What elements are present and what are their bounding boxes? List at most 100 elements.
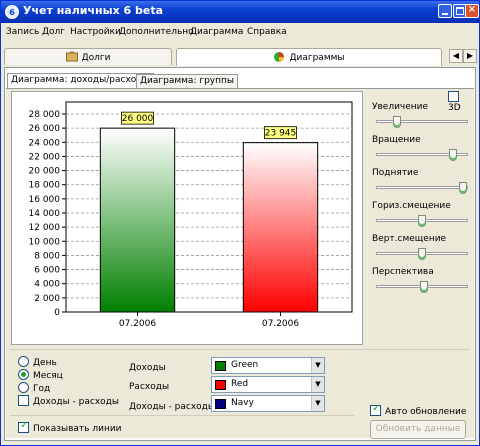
minimize-button[interactable] [438, 4, 452, 18]
debts-icon [65, 51, 78, 62]
tab-debts[interactable]: Долги [4, 48, 172, 65]
y-tick-label: 26 000 [29, 124, 61, 134]
income-color-label: Доходы [129, 363, 166, 373]
y-tick-label: 12 000 [29, 223, 61, 233]
auto-update-checkbox-label: Авто обновление [385, 407, 467, 417]
rotation-slider[interactable] [376, 149, 468, 161]
y-tick-label: 22 000 [29, 152, 61, 162]
x-tick-label: 07.2006 [119, 319, 156, 329]
y-tick-label: 16 000 [29, 195, 61, 205]
expense-color-value: Red [231, 379, 249, 389]
y-tick-label: 18 000 [29, 181, 61, 191]
maximize-icon [456, 7, 464, 15]
elevation-slider[interactable] [376, 182, 468, 194]
income-color-swatch [215, 361, 226, 371]
auto-update-checkbox[interactable]: Авто обновление [370, 403, 467, 417]
arrow-right-icon: ▶ [466, 51, 474, 60]
menu-help[interactable]: Справка [247, 27, 287, 37]
y-tick-label: 2 000 [34, 294, 60, 304]
y-tick-label: 20 000 [29, 167, 61, 177]
tab-groups-chart[interactable]: Диаграмма: группы [136, 74, 238, 88]
period-month-label: Месяц [33, 371, 63, 381]
y-tick-label: 6 000 [34, 266, 60, 276]
difference-color-value: Navy [231, 398, 254, 408]
y-tick-label: 14 000 [29, 209, 61, 219]
y-tick-label: 24 000 [29, 138, 61, 148]
charts-panel: Диаграмма: доходы/расходы Диаграмма: гру… [4, 67, 476, 441]
window-title: Учет наличных 6 beta [23, 4, 164, 17]
menu-settings[interactable]: Настройки [70, 27, 121, 37]
tab-debts-label: Долги [81, 53, 111, 63]
refresh-data-button[interactable]: Обновить данные [370, 420, 466, 439]
expense-color-select[interactable]: Red ▼ [211, 376, 325, 393]
title-bar[interactable]: 6 Учет наличных 6 beta × [1, 1, 479, 23]
period-day-radio-circle [18, 356, 29, 367]
period-day-radio[interactable]: День [18, 356, 57, 368]
menu-debt[interactable]: Долг [42, 27, 65, 37]
period-year-label: Год [33, 384, 51, 394]
perspective-slider-thumb[interactable] [420, 281, 428, 293]
period-year-radio-circle [18, 382, 29, 393]
tab-charts[interactable]: Диаграммы [176, 48, 442, 66]
zoom-slider[interactable] [376, 116, 468, 128]
separator [10, 349, 470, 350]
perspective-slider-label: Перспектива [372, 267, 434, 277]
chart-page: 0 2 000 4 000 6 000 8 000 10 000 12 000 14 000 1… [6, 88, 474, 439]
income-expense-chart: 0 2 000 4 000 6 000 8 000 10 000 12 000 14 000 1… [29, 101, 353, 329]
menu-bar: Запись Долг Настройки Дополнительно Диаг… [1, 24, 479, 42]
period-year-radio[interactable]: Год [18, 382, 50, 394]
close-button[interactable]: × [465, 4, 479, 18]
y-tick-label: 10 000 [29, 237, 61, 247]
difference-color-swatch [215, 399, 226, 409]
arrow-left-icon: ◀ [452, 51, 460, 60]
y-tick-label: 0 [54, 308, 60, 318]
menu-diagram[interactable]: Диаграмма [190, 27, 243, 37]
zoom-slider-thumb[interactable] [393, 116, 401, 128]
y-tick-label: 28 000 [29, 110, 61, 120]
3d-checkbox[interactable]: 3D [448, 91, 474, 113]
chevron-down-icon[interactable]: ▼ [311, 358, 324, 373]
bar [242, 142, 319, 313]
tab-groups-label: Диаграмма: группы [140, 76, 234, 86]
vertical-offset-slider-thumb[interactable] [418, 248, 426, 260]
horizontal-offset-slider-thumb[interactable] [418, 215, 426, 227]
horizontal-offset-slider-label: Гориз.смещение [372, 201, 451, 211]
x-tick-label: 07.2006 [262, 319, 299, 329]
app-icon: 6 [5, 5, 19, 19]
elevation-slider-label: Поднятие [372, 168, 419, 178]
chevron-down-icon[interactable]: ▼ [311, 377, 324, 392]
main-tabs: Долги Диаграммы ◀ ▶ [1, 48, 479, 66]
vertical-offset-slider-label: Верт.смещение [372, 234, 447, 244]
difference-color-select[interactable]: Navy ▼ [211, 395, 325, 412]
expense-color-label: Расходы [129, 382, 170, 392]
tabs-scroll-right[interactable]: ▶ [463, 49, 477, 63]
3d-checkbox-label: 3D [448, 103, 461, 113]
show-lines-checkbox-label: Показывать линии [33, 424, 122, 434]
period-month-radio-circle [18, 369, 29, 380]
menu-additional[interactable]: Дополнительно [119, 27, 194, 37]
y-tick-label: 8 000 [34, 251, 60, 261]
period-month-radio[interactable]: Месяц [18, 369, 63, 381]
tab-income-expense-label: Диаграмма: доходы/расходы [11, 75, 150, 85]
tab-income-expense-chart[interactable]: Диаграмма: доходы/расходы [7, 73, 154, 88]
expense-color-swatch [215, 380, 226, 390]
app-window: 6 Учет наличных 6 beta × Запись Долг Нас… [0, 0, 480, 446]
vertical-offset-slider[interactable] [376, 248, 468, 260]
income-minus-expense-checkbox-box [18, 395, 29, 406]
income-color-select[interactable]: Green ▼ [211, 357, 325, 374]
rotation-slider-thumb[interactable] [449, 149, 457, 161]
show-lines-checkbox[interactable]: Показывать линии [18, 420, 122, 434]
income-minus-expense-checkbox[interactable]: Доходы - расходы [18, 395, 119, 407]
perspective-slider[interactable] [376, 281, 468, 293]
income-color-value: Green [231, 360, 259, 370]
chevron-down-icon[interactable]: ▼ [311, 396, 324, 411]
y-tick-label: 4 000 [34, 280, 60, 290]
horizontal-offset-slider[interactable] [376, 215, 468, 227]
rotation-slider-label: Вращение [372, 135, 421, 145]
tabs-scroll-left[interactable]: ◀ [449, 49, 463, 63]
minimize-icon [442, 13, 448, 15]
show-lines-checkbox-box [18, 420, 29, 433]
menu-record[interactable]: Запись [6, 27, 39, 37]
elevation-slider-thumb[interactable] [459, 182, 467, 194]
difference-color-label: Доходы - расходы [129, 402, 216, 412]
